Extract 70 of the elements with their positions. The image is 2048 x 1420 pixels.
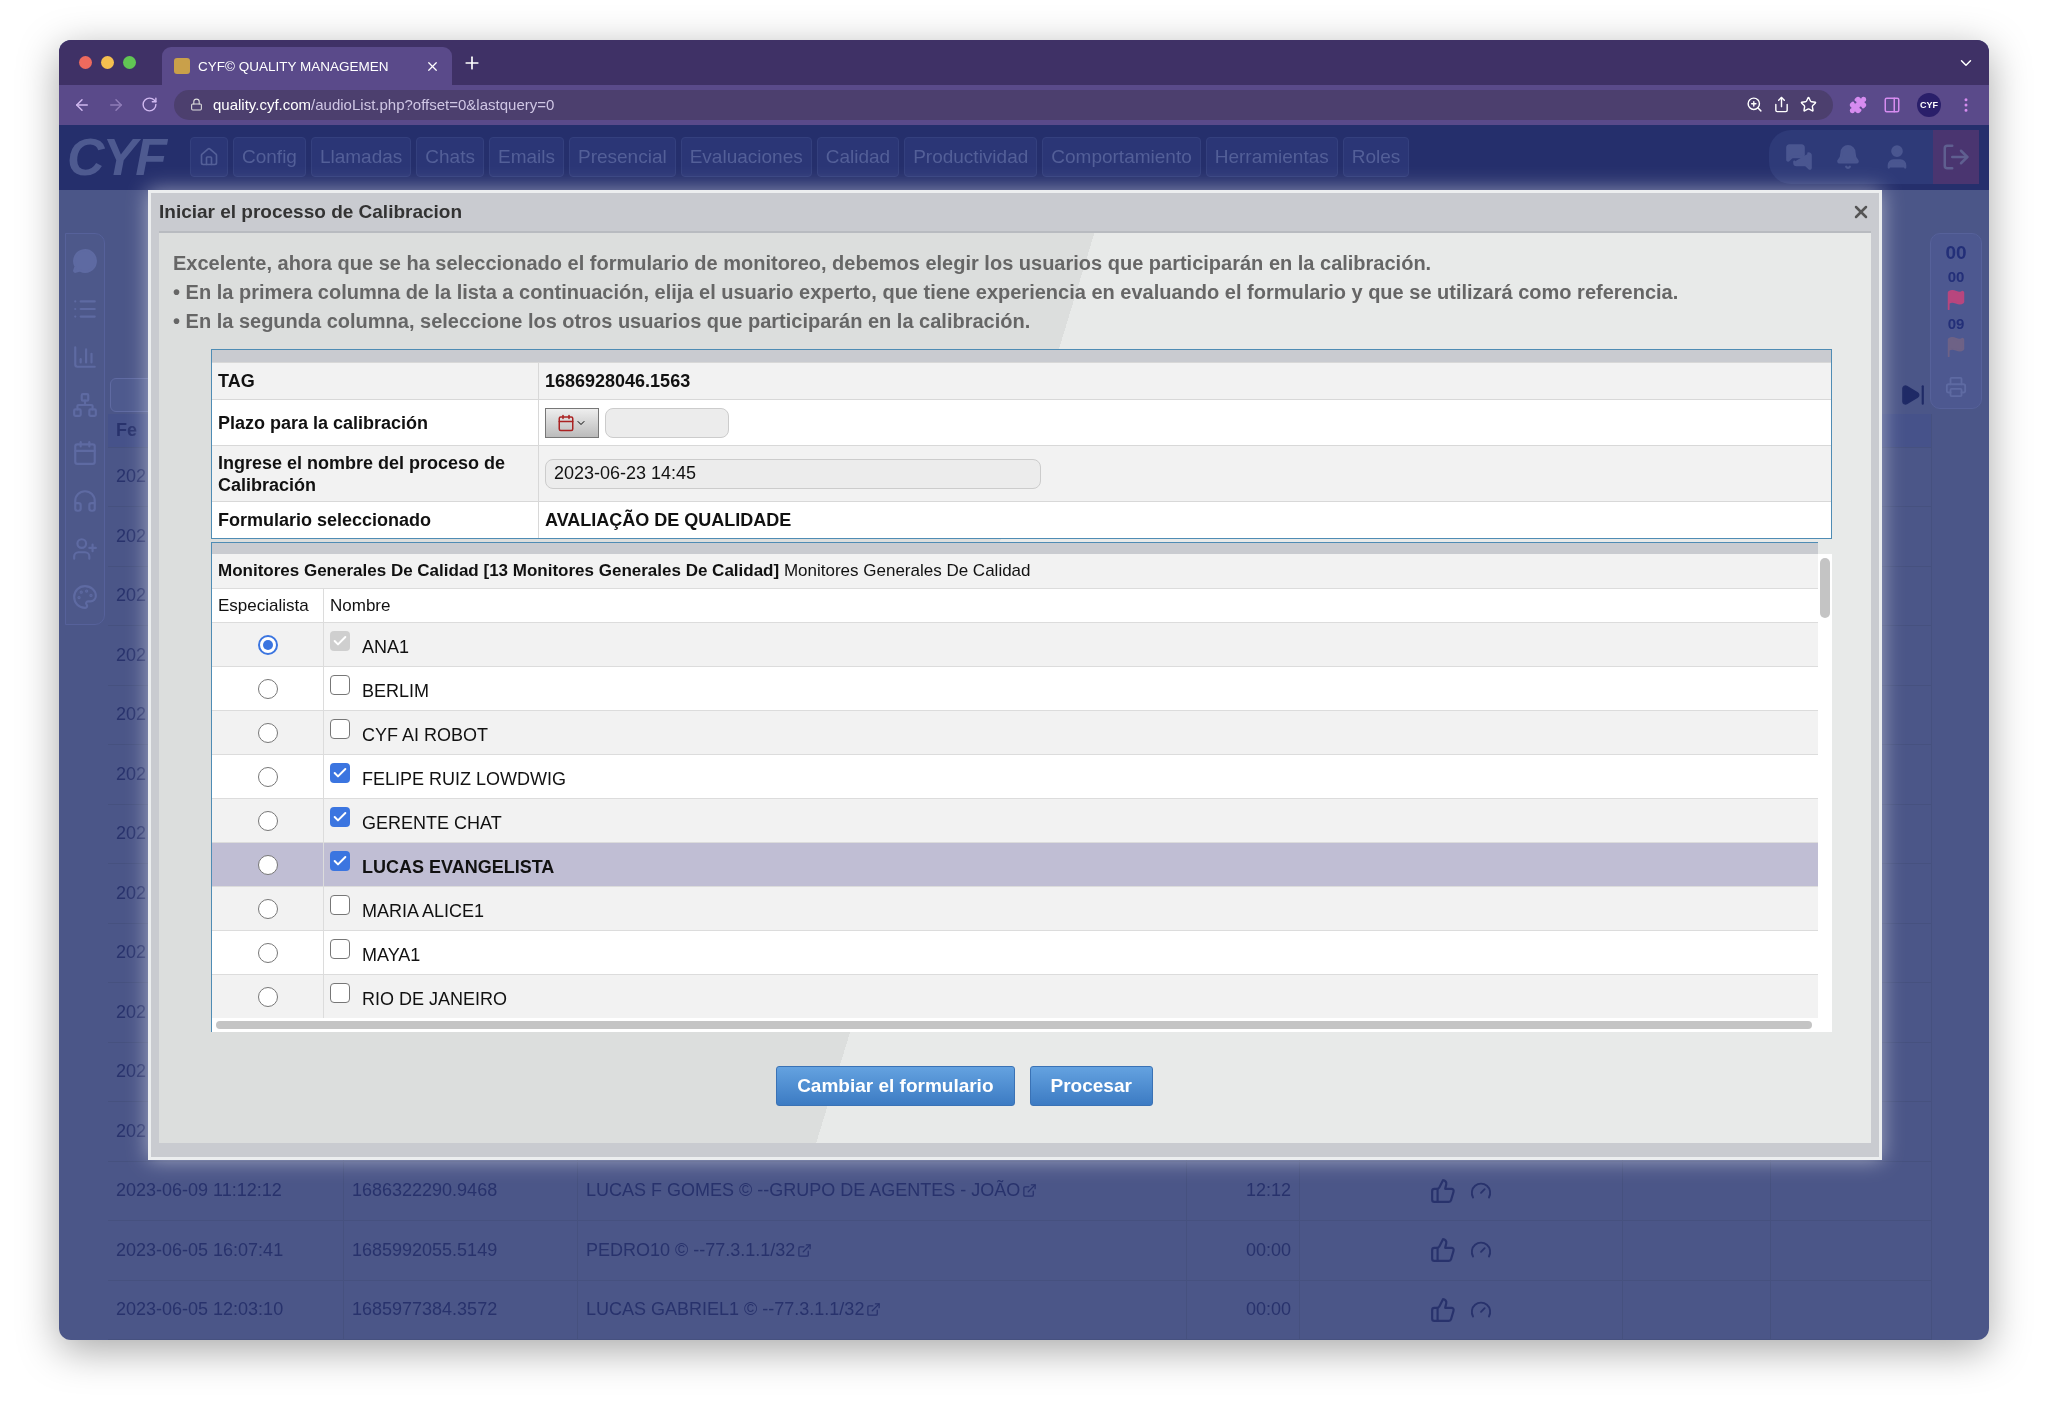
column-header: Nombre — [330, 595, 391, 616]
user-name: BERLIM — [362, 681, 430, 702]
browser-tab[interactable]: CYF© QUALITY MANAGEMEN — [162, 47, 452, 86]
home-icon — [199, 147, 219, 168]
filter-field[interactable] — [110, 377, 150, 412]
user-checkbox[interactable] — [330, 806, 350, 827]
user-checkbox[interactable] — [330, 674, 350, 695]
specialist-radio[interactable] — [257, 678, 278, 699]
external-link-icon[interactable] — [866, 1302, 882, 1318]
calendar-icon — [557, 413, 575, 432]
vertical-scrollbar[interactable] — [1818, 554, 1832, 1018]
instruction-text: • En la segunda columna, seleccione los otros usuarios que participarán en la calibración. — [173, 309, 1032, 334]
bookmark-icon[interactable] — [1800, 96, 1817, 114]
user-name: MARIA ALICE1 — [362, 901, 485, 922]
column-header: Especialista — [218, 595, 309, 616]
home-button[interactable] — [190, 137, 228, 178]
user-checkbox[interactable] — [330, 850, 350, 871]
user-name: LUCAS EVANGELISTA — [362, 857, 555, 878]
profile-avatar[interactable]: CYF — [1917, 92, 1941, 117]
side-panel-icon[interactable] — [1883, 95, 1901, 114]
favicon-icon — [174, 58, 190, 75]
specialist-radio[interactable] — [257, 854, 278, 875]
user-name: MAYA1 — [362, 945, 421, 966]
specialist-radio[interactable] — [257, 898, 278, 919]
zoom-window-button[interactable] — [123, 56, 136, 70]
user-name: GERENTE CHAT — [362, 813, 502, 834]
field-label: Ingrese el nombre del proceso de Calibración — [218, 451, 507, 496]
specialist-radio[interactable] — [257, 722, 278, 743]
user-checkbox[interactable] — [330, 894, 350, 915]
minimize-window-button[interactable] — [101, 56, 114, 70]
address-field[interactable]: quality.cyf.com/audioList.php?offset=0&lastquery=0 — [174, 89, 1833, 120]
action-button[interactable]: Cambiar el formulario — [776, 1066, 1015, 1106]
user-checkbox[interactable] — [330, 938, 350, 959]
extensions-icon[interactable] — [1849, 95, 1867, 114]
action-button[interactable]: Procesar — [1029, 1066, 1153, 1106]
specialist-radio[interactable] — [257, 942, 278, 963]
field-label: Formulario seleccionado — [218, 509, 433, 531]
field-value: AVALIAÇÃO DE QUALIDADE — [545, 509, 792, 531]
name-field[interactable]: 2023-06-23 14:45 — [545, 458, 1041, 489]
horizontal-scrollbar[interactable] — [211, 1018, 1832, 1032]
thumbs-up-icon[interactable] — [1430, 1296, 1456, 1323]
field-label: Plazo para la calibración — [218, 411, 430, 434]
user-name: CYF AI ROBOT — [362, 725, 489, 746]
user-checkbox[interactable] — [330, 718, 350, 739]
specialist-radio[interactable] — [257, 986, 278, 1007]
date-field[interactable] — [605, 407, 729, 438]
specialist-radio[interactable] — [257, 766, 278, 787]
instruction-text: Excelente, ahora que se ha seleccionado el formulario de monitoreo, debemos elegir los usuarios que participarán en la calibración. — [173, 251, 1433, 276]
thumbs-up-icon[interactable] — [1430, 1177, 1456, 1204]
user-name: ANA1 — [362, 637, 410, 658]
instruction-text: • En la primera columna de la lista a continuación, elija el usuario experto, que tiene experiencia en evaluando el formulario y que se utilizará como referencia. — [173, 280, 1680, 305]
user-checkbox[interactable] — [330, 762, 350, 783]
close-window-button[interactable] — [79, 56, 92, 70]
user-name: FELIPE RUIZ LOWDWIG — [362, 769, 566, 790]
field-value: 1686928046.1563 — [545, 370, 691, 392]
field-label: TAG — [218, 370, 256, 392]
zoom-icon[interactable] — [1746, 96, 1763, 114]
lock-icon — [190, 98, 203, 112]
dialog-title: Iniciar el processo de Calibracion — [159, 201, 463, 223]
share-icon[interactable] — [1773, 96, 1790, 114]
specialist-radio[interactable] — [257, 810, 278, 831]
calendar-button[interactable] — [545, 407, 599, 438]
logout-icon[interactable] — [1941, 142, 1971, 173]
external-link-icon[interactable] — [797, 1242, 813, 1258]
thumbs-up-icon[interactable] — [1430, 1237, 1456, 1264]
external-link-icon[interactable] — [1022, 1183, 1038, 1199]
reload-icon[interactable] — [141, 96, 158, 114]
user-name: RIO DE JANEIRO — [362, 989, 508, 1010]
group-title: Monitores Generales De Calidad [13 Monitores Generales De Calidad] Monitores Generales De Calidad — [212, 554, 1818, 588]
user-checkbox[interactable] — [330, 982, 350, 1003]
